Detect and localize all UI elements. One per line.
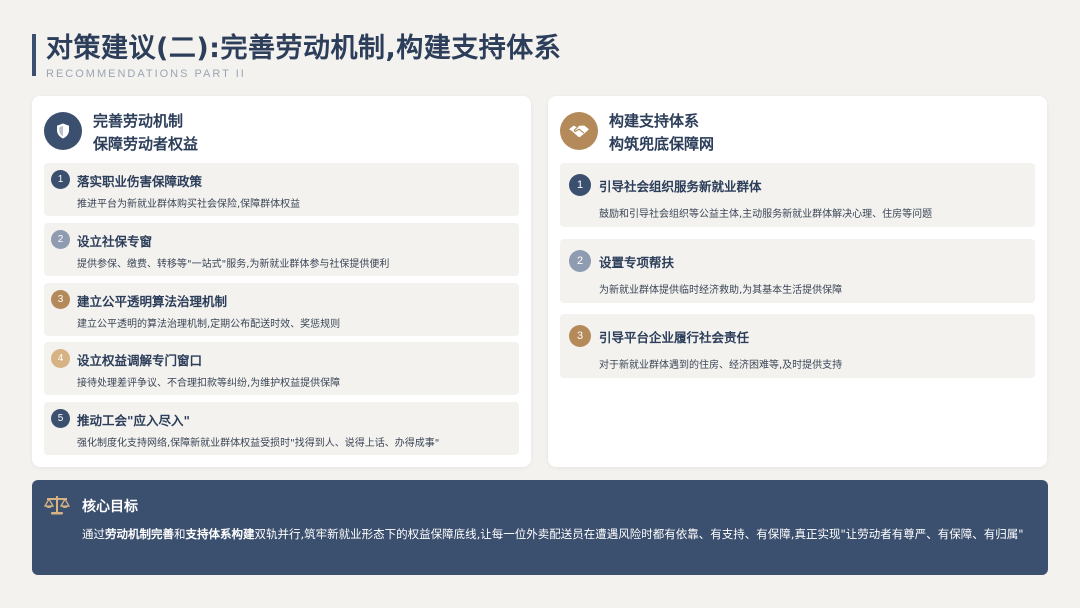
item-description: 强化制度化支持网络,保障新就业群体权益受损时"找得到人、说得上话、办得成事": [77, 438, 440, 449]
title-accent-bar: [32, 34, 36, 76]
list-item: 1 落实职业伤害保障政策 推进平台为新就业群体购买社会保险,保障群体权益: [44, 163, 519, 216]
goal-text: 通过劳动机制完善和支持体系构建双轨并行,筑牢新就业形态下的权益保障底线,让每一位…: [82, 523, 1032, 546]
list-item: 2 设立社保专窗 提供参保、缴费、转移等"一站式"服务,为新就业群体参与社保提供…: [44, 223, 519, 276]
item-title: 引导平台企业履行社会责任: [599, 330, 750, 345]
item-title: 引导社会组织服务新就业群体: [599, 179, 762, 194]
item-description: 鼓励和引导社会组织等公益主体,主动服务新就业群体解决心理、住房等问题: [599, 209, 933, 220]
item-description: 对于新就业群体遇到的住房、经济困难等,及时提供支持: [599, 360, 843, 371]
goal-text-segment: 通过: [82, 527, 105, 541]
support-system-card: 构建支持体系 构筑兜底保障网 1 引导社会组织服务新就业群体 鼓励和引导社会组织…: [548, 96, 1047, 467]
list-item: 4 设立权益调解专门窗口 接待处理差评争议、不合理扣款等纠纷,为维护权益提供保障: [44, 342, 519, 395]
list-item: 1 引导社会组织服务新就业群体 鼓励和引导社会组织等公益主体,主动服务新就业群体…: [560, 163, 1035, 227]
item-description: 接待处理差评争议、不合理扣款等纠纷,为维护权益提供保障: [77, 378, 341, 389]
step-number-badge: 2: [51, 230, 70, 249]
step-number-badge: 5: [51, 409, 70, 428]
item-description: 提供参保、缴费、转移等"一站式"服务,为新就业群体参与社保提供便利: [77, 259, 390, 270]
item-title: 设立权益调解专门窗口: [77, 353, 203, 368]
card-heading: 构建支持体系 构筑兜底保障网: [609, 110, 714, 156]
goal-text-emphasis: 劳动机制完善: [105, 527, 174, 541]
goal-text-emphasis: 支持体系构建: [185, 527, 255, 541]
item-title: 建立公平透明算法治理机制: [77, 294, 228, 309]
card-heading-line1: 构建支持体系: [609, 112, 700, 130]
item-description: 推进平台为新就业群体购买社会保险,保障群体权益: [77, 199, 301, 210]
labor-mechanism-card: 完善劳动机制 保障劳动者权益 1 落实职业伤害保障政策 推进平台为新就业群体购买…: [32, 96, 531, 467]
card-heading-line2: 构筑兜底保障网: [609, 135, 715, 153]
card-heading-line1: 完善劳动机制: [93, 112, 184, 130]
step-number-badge: 1: [569, 174, 591, 196]
list-item: 3 建立公平透明算法治理机制 建立公平透明的算法治理机制,定期公布配送时效、奖惩…: [44, 283, 519, 336]
balance-scale-icon: [43, 494, 71, 516]
step-number-badge: 4: [51, 349, 70, 368]
page-title: 对策建议(二):完善劳动机制,构建支持体系: [46, 33, 562, 64]
item-title: 落实职业伤害保障政策: [77, 174, 203, 189]
list-item: 3 引导平台企业履行社会责任 对于新就业群体遇到的住房、经济困难等,及时提供支持: [560, 314, 1035, 378]
card-heading-line2: 保障劳动者权益: [93, 135, 199, 153]
goal-text-segment: 双轨并行,筑牢新就业形态下的权益保障底线,让每一位外卖配送员在遭遇风险时都有依靠…: [254, 527, 1024, 541]
item-title: 设置专项帮扶: [599, 255, 675, 270]
item-title: 设立社保专窗: [77, 234, 153, 249]
page-subtitle: RECOMMENDATIONS PART II: [46, 68, 246, 80]
step-number-badge: 3: [51, 290, 70, 309]
list-item: 5 推动工会"应入尽入" 强化制度化支持网络,保障新就业群体权益受损时"找得到人…: [44, 402, 519, 455]
goal-title: 核心目标: [82, 499, 138, 515]
step-number-badge: 2: [569, 250, 591, 272]
step-number-badge: 1: [51, 170, 70, 189]
list-item: 2 设置专项帮扶 为新就业群体提供临时经济救助,为其基本生活提供保障: [560, 239, 1035, 303]
handshake-icon: [560, 112, 598, 150]
item-description: 建立公平透明的算法治理机制,定期公布配送时效、奖惩规则: [77, 319, 341, 330]
card-heading: 完善劳动机制 保障劳动者权益: [93, 110, 198, 156]
item-title: 推动工会"应入尽入": [77, 413, 191, 428]
item-description: 为新就业群体提供临时经济救助,为其基本生活提供保障: [599, 285, 843, 296]
shield-icon: [44, 112, 82, 150]
core-goal-banner: 核心目标 通过劳动机制完善和支持体系构建双轨并行,筑牢新就业形态下的权益保障底线…: [32, 480, 1048, 575]
step-number-badge: 3: [569, 325, 591, 347]
goal-text-segment: 和: [174, 527, 186, 541]
